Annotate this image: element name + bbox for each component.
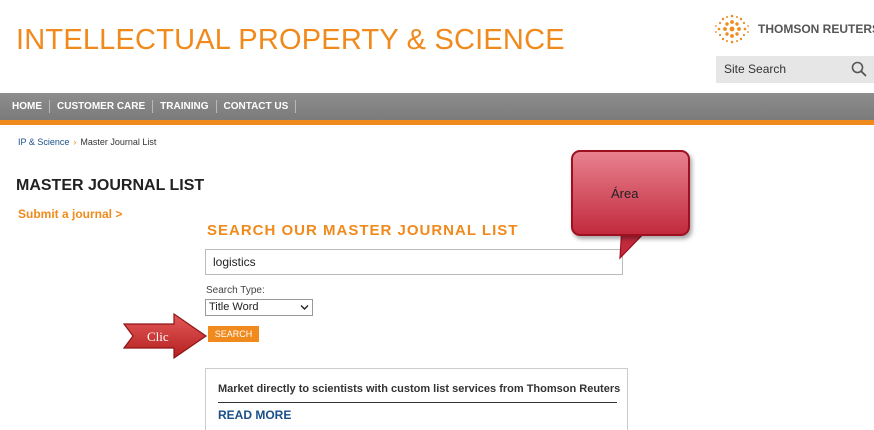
nav-contact-us[interactable]: CONTACT US (217, 100, 297, 113)
search-type-select[interactable]: Title Word (205, 299, 313, 316)
read-more-link[interactable]: READ MORE (218, 408, 291, 422)
nav-training[interactable]: TRAINING (153, 100, 217, 113)
nav-home[interactable]: HOME (12, 100, 50, 113)
page-title: MASTER JOURNAL LIST (16, 177, 205, 194)
promo-text: Market directly to scientists with custo… (218, 383, 621, 395)
breadcrumb-root-link[interactable]: IP & Science (18, 137, 69, 147)
search-icon (851, 61, 867, 77)
area-callout-label: Área (611, 186, 639, 201)
site-search (716, 56, 874, 83)
site-search-input[interactable] (724, 60, 846, 78)
submit-journal-link[interactable]: Submit a journal > (18, 207, 122, 221)
search-button[interactable] (850, 60, 868, 78)
journal-search-input[interactable] (205, 249, 623, 275)
brand-globe-icon (715, 14, 749, 44)
main-nav: HOME CUSTOMER CARE TRAINING CONTACT US (0, 93, 874, 125)
chevron-down-icon (300, 305, 309, 310)
search-type-label: Search Type: (206, 285, 265, 296)
search-type-value: Title Word (209, 301, 259, 313)
promo-box: Market directly to scientists with custo… (205, 368, 628, 430)
thomson-reuters-logo[interactable]: THOMSON REUTERS (712, 13, 874, 45)
search-submit-button[interactable]: SEARCH (208, 326, 259, 342)
brand-name: THOMSON REUTERS (758, 22, 874, 36)
nav-customer-care[interactable]: CUSTOMER CARE (50, 100, 154, 113)
promo-divider (218, 402, 617, 403)
breadcrumb-current: Master Journal List (80, 137, 157, 147)
site-title: INTELLECTUAL PROPERTY & SCIENCE (16, 24, 565, 56)
clic-annotation-label: Clic (147, 329, 169, 344)
breadcrumb-separator: › (73, 137, 77, 147)
breadcrumb: IP & Science › Master Journal List (18, 137, 156, 147)
search-section-heading: SEARCH OUR MASTER JOURNAL LIST (207, 222, 519, 239)
